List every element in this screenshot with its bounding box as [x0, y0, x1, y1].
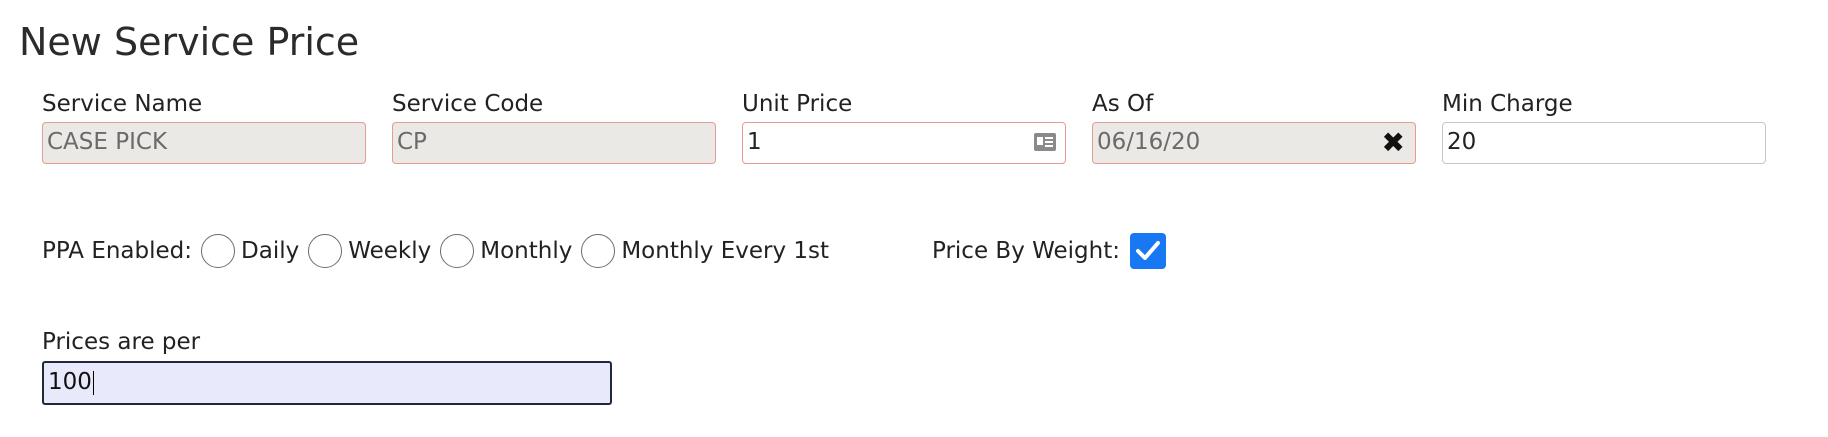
service-name-label: Service Name	[42, 91, 203, 117]
unit-price-input[interactable]: 1	[742, 122, 1066, 164]
min-charge-value: 20	[1447, 129, 1477, 155]
service-code-input[interactable]: CP	[392, 122, 716, 164]
price-by-weight-label: Price By Weight:	[932, 238, 1120, 264]
min-charge-label: Min Charge	[1442, 91, 1573, 117]
as-of-input[interactable]: 06/16/20 ✖	[1092, 122, 1416, 164]
clear-x-icon[interactable]: ✖	[1382, 124, 1405, 162]
ppa-radio-weekly[interactable]	[308, 234, 343, 268]
prices-are-per-field: Prices are per 100	[42, 328, 612, 405]
price-by-weight-checkbox[interactable]	[1130, 233, 1166, 269]
service-name-input[interactable]: CASE PICK	[42, 122, 366, 164]
service-name-value: CASE PICK	[47, 129, 168, 155]
ppa-enabled-group: PPA Enabled: Daily Weekly Monthly Monthl…	[42, 231, 829, 271]
ppa-radio-monthly[interactable]	[440, 234, 475, 268]
prices-are-per-input[interactable]: 100	[42, 361, 612, 405]
ppa-enabled-label: PPA Enabled:	[42, 238, 193, 264]
ppa-option-daily[interactable]: Daily	[241, 238, 299, 264]
as-of-label: As Of	[1092, 91, 1154, 117]
prices-are-per-label: Prices are per	[42, 329, 201, 355]
ppa-option-monthly-every-1st[interactable]: Monthly Every 1st	[621, 238, 829, 264]
min-charge-input[interactable]: 20	[1442, 122, 1766, 164]
checkmark-icon	[1136, 241, 1160, 260]
ppa-radio-monthly-every-1st[interactable]	[581, 234, 616, 268]
page-title: New Service Price	[19, 20, 360, 64]
min-charge-field: Min Charge 20	[1442, 90, 1766, 164]
ppa-option-weekly[interactable]: Weekly	[348, 238, 431, 264]
service-name-field: Service Name CASE PICK	[42, 90, 366, 164]
unit-price-value: 1	[747, 129, 762, 155]
service-code-label: Service Code	[392, 91, 544, 117]
contact-card-icon[interactable]	[1033, 131, 1057, 153]
unit-price-label: Unit Price	[742, 91, 853, 117]
price-by-weight-group: Price By Weight:	[932, 231, 1166, 271]
as-of-value: 06/16/20	[1097, 129, 1201, 155]
unit-price-field: Unit Price 1	[742, 90, 1066, 164]
prices-are-per-value: 100	[48, 369, 92, 395]
ppa-radio-daily[interactable]	[201, 234, 236, 268]
service-code-value: CP	[397, 129, 427, 155]
as-of-field: As Of 06/16/20 ✖	[1092, 90, 1416, 164]
service-code-field: Service Code CP	[392, 90, 716, 164]
text-caret	[92, 370, 95, 395]
ppa-option-monthly[interactable]: Monthly	[480, 238, 572, 264]
